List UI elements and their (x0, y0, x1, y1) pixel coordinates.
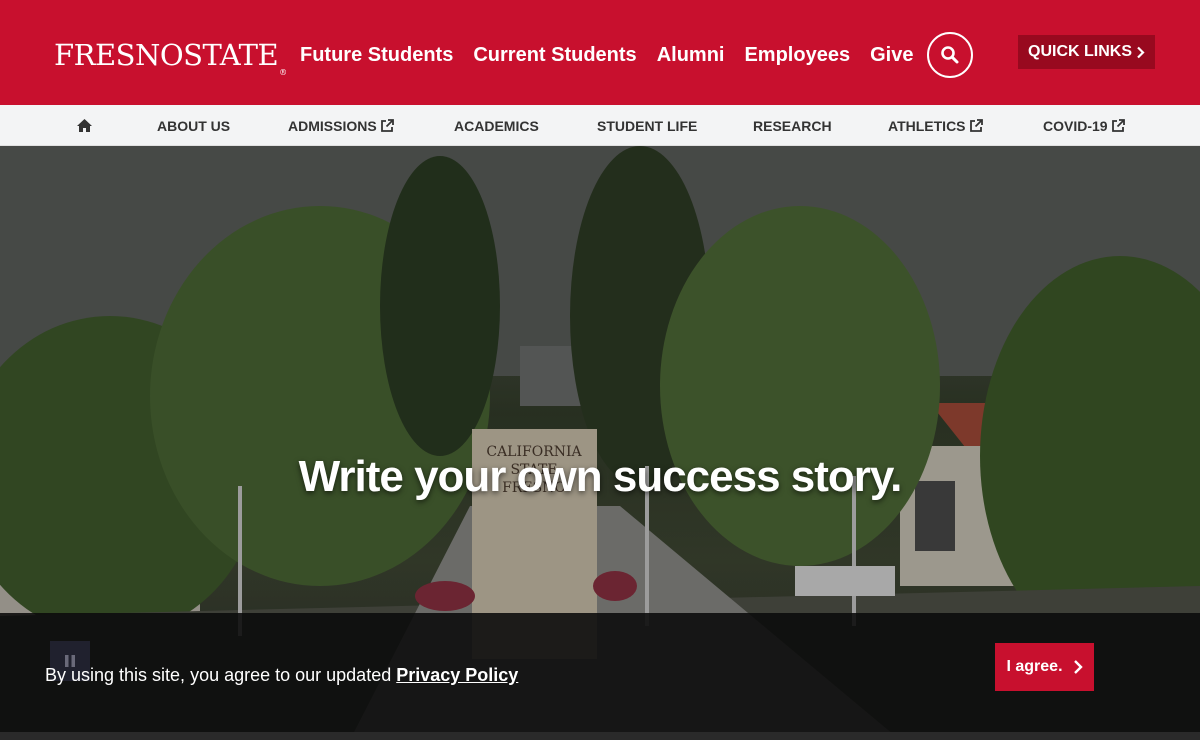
external-link-icon (969, 118, 983, 133)
hero-heading: Write your own success story. (298, 452, 903, 501)
external-link-icon (380, 118, 394, 133)
agree-button[interactable]: I agree. (995, 643, 1094, 691)
subnav-athletics[interactable]: ATHLETICS (888, 105, 983, 146)
subnav-label: RESEARCH (753, 117, 832, 134)
subnav-label: ACADEMICS (454, 117, 539, 134)
nav-employees[interactable]: Employees (734, 40, 860, 70)
subnav-label: ABOUT US (157, 117, 231, 134)
nav-current-students[interactable]: Current Students (463, 40, 646, 70)
home-icon (77, 119, 92, 132)
privacy-policy-link[interactable]: Privacy Policy (396, 665, 518, 685)
fresno-state-logo[interactable]: FRESNOSTATE® (54, 38, 287, 77)
subnav-label: ADMISSIONS (288, 117, 377, 134)
subnav-label: STUDENT LIFE (597, 117, 698, 134)
nav-future-students[interactable]: Future Students (290, 40, 463, 70)
agree-label: I agree. (1006, 658, 1063, 675)
secondary-nav: ABOUT US ADMISSIONS ACADEMICS STUDENT LI… (0, 105, 1200, 146)
nav-give[interactable]: Give (860, 40, 923, 70)
subnav-covid-19[interactable]: COVID-19 (1043, 105, 1125, 146)
chevron-right-icon (1136, 46, 1145, 59)
cookie-message: By using this site, you agree to our upd… (45, 665, 518, 686)
subnav-about-us[interactable]: ABOUT US (157, 105, 230, 146)
bottom-strip (0, 732, 1200, 740)
home-link[interactable] (76, 105, 93, 146)
subnav-student-life[interactable]: STUDENT LIFE (597, 105, 697, 146)
top-header: FRESNOSTATE® Future Students Current Stu… (0, 0, 1200, 105)
nav-alumni[interactable]: Alumni (647, 40, 735, 70)
logo-registered-mark: ® (279, 68, 287, 77)
quick-links-label: QUICK LINKS (1028, 43, 1132, 60)
cookie-banner: By using this site, you agree to our upd… (0, 613, 1200, 732)
main-nav: Future Students Current Students Alumni … (290, 40, 923, 70)
chevron-right-icon (1073, 659, 1083, 675)
search-icon (941, 46, 959, 64)
search-button[interactable] (927, 32, 973, 78)
external-link-icon (1111, 118, 1125, 133)
subnav-research[interactable]: RESEARCH (753, 105, 832, 146)
subnav-label: COVID-19 (1043, 117, 1108, 134)
cookie-message-text: By using this site, you agree to our upd… (45, 665, 397, 685)
quick-links-button[interactable]: QUICK LINKS (1018, 35, 1155, 69)
subnav-label: ATHLETICS (888, 117, 966, 134)
subnav-admissions[interactable]: ADMISSIONS (288, 105, 394, 146)
subnav-academics[interactable]: ACADEMICS (454, 105, 539, 146)
logo-text: FRESNOSTATE (54, 38, 279, 72)
